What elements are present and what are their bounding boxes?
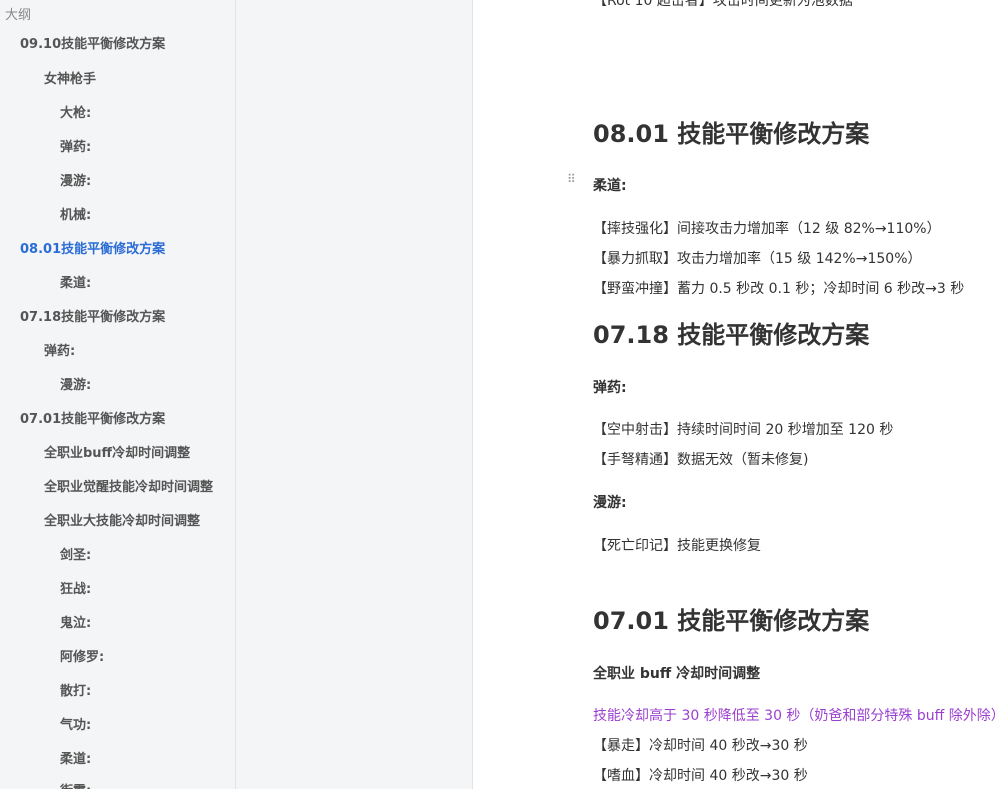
outline-item-0701[interactable]: 07.01技能平衡修改方案 (20, 408, 165, 427)
line-0718-1: 【空中射击】持续时间时间 20 秒增加至 120 秒 (593, 422, 894, 438)
outline-item-mechanic[interactable]: 机械: (60, 204, 91, 223)
outline-item-grappler[interactable]: 柔道: (60, 748, 91, 767)
outline-item-awaken-cd[interactable]: 全职业觉醒技能冷却时间调整 (44, 476, 213, 495)
heading-0701: 07.01 技能平衡修改方案 (593, 607, 870, 635)
document-area[interactable]: 【Rot 10 超击者】攻击时间更新为泡数据 08.01 技能平衡修改方案 ⠿ … (473, 0, 998, 789)
empty-panel (236, 0, 473, 789)
outline-item-big-gun[interactable]: 大枪: (60, 102, 91, 121)
sub-judo-0801: 柔道: (593, 178, 627, 194)
line-0718-2: 【手弩精通】数据无效（暂未修复) (593, 452, 809, 468)
outline-item-striker[interactable]: 散打: (60, 680, 91, 699)
heading-0801: 08.01 技能平衡修改方案 (593, 120, 870, 148)
outline-item-judo-0801[interactable]: 柔道: (60, 272, 91, 291)
outline-title: 大纲 (5, 8, 32, 23)
sub-buff-cd: 全职业 buff 冷却时间调整 (593, 666, 761, 682)
outline-item-asura[interactable]: 阿修罗: (60, 646, 104, 665)
doc-top-partial-line: 【Rot 10 超击者】攻击时间更新为泡数据 (593, 0, 853, 9)
outline-item-ranger-0718[interactable]: 漫游: (60, 374, 91, 393)
drag-handle-icon[interactable]: ⠿ (567, 173, 579, 192)
outline-item-ultimate-cd[interactable]: 全职业大技能冷却时间调整 (44, 510, 200, 529)
heading-0718: 07.18 技能平衡修改方案 (593, 321, 870, 349)
line-0801-1: 【摔技强化】间接攻击力增加率（12 级 82%→110%） (593, 221, 941, 237)
outline-item-ranger[interactable]: 漫游: (60, 170, 91, 189)
outline-item-buff-cd[interactable]: 全职业buff冷却时间调整 (44, 442, 190, 461)
sub-ranger-0718: 漫游: (593, 495, 627, 511)
line-0701-1: 【暴走】冷却时间 40 秒改→30 秒 (593, 738, 808, 754)
line-0718-3: 【死亡印记】技能更换修复 (593, 538, 761, 554)
outline-item-blademaster[interactable]: 剑圣: (60, 544, 91, 563)
sub-ammo-0718: 弹药: (593, 380, 627, 396)
outline-item-ammo[interactable]: 弹药: (60, 136, 91, 155)
note-purple: 技能冷却高于 30 秒降低至 30 秒（奶爸和部分特殊 buff 除外除） (593, 708, 998, 724)
line-0801-3: 【野蛮冲撞】蓄力 0.5 秒改 0.1 秒；冷却时间 6 秒改→3 秒 (593, 281, 965, 297)
outline-item-berserker[interactable]: 狂战: (60, 578, 91, 597)
outline-item-goddess-gunner[interactable]: 女神枪手 (44, 68, 96, 87)
outline-item-0718[interactable]: 07.18技能平衡修改方案 (20, 306, 165, 325)
outline-item-brawler[interactable]: 街霸: (60, 780, 91, 789)
line-0701-2: 【嗜血】冷却时间 40 秒改→30 秒 (593, 768, 808, 784)
line-0801-2: 【暴力抓取】攻击力增加率（15 级 142%→150%） (593, 251, 922, 267)
outline-item-soul-bender[interactable]: 鬼泣: (60, 612, 91, 631)
outline-item-0910[interactable]: 09.10技能平衡修改方案 (20, 33, 165, 52)
outline-item-0801[interactable]: 08.01技能平衡修改方案 (20, 238, 165, 257)
outline-item-nen-master[interactable]: 气功: (60, 714, 91, 733)
outline-panel: 大纲 09.10技能平衡修改方案 女神枪手 大枪: 弹药: 漫游: 机械: 08… (0, 0, 236, 789)
outline-item-ammo-0718[interactable]: 弹药: (44, 340, 75, 359)
